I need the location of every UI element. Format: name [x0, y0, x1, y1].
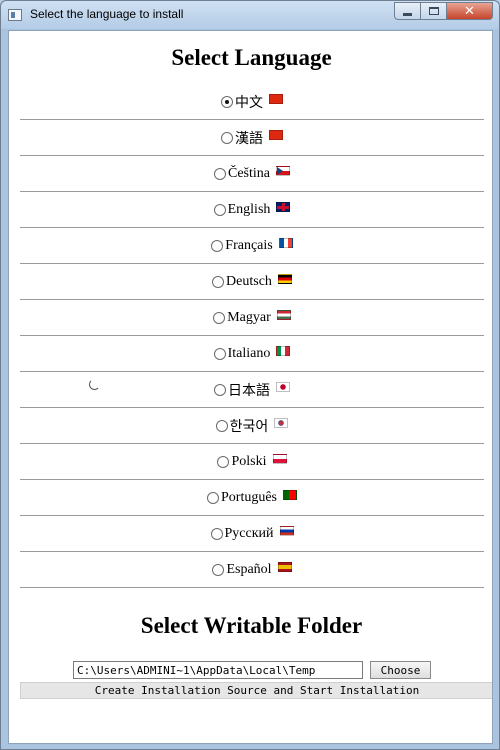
language-option[interactable]: Français — [20, 228, 484, 264]
language-option[interactable]: Español — [20, 552, 484, 588]
flag-icon — [279, 525, 294, 536]
radio-button-icon[interactable] — [211, 239, 224, 252]
language-label: Français — [225, 237, 273, 253]
language-label: Italiano — [227, 345, 271, 361]
start-installation-button[interactable]: Create Installation Source and Start Ins… — [20, 682, 492, 699]
title-bar[interactable]: Select the language to install ✕ — [1, 1, 499, 29]
app-window-icon — [8, 9, 22, 21]
flag-icon — [274, 417, 289, 428]
installer-window: Select the language to install ✕ Select … — [0, 0, 500, 750]
radio-button-icon[interactable] — [214, 383, 226, 396]
language-option[interactable]: Deutsch — [20, 264, 484, 300]
folder-path-input[interactable] — [73, 661, 363, 679]
flag-icon — [272, 453, 287, 464]
choose-folder-button[interactable]: Choose — [370, 661, 431, 679]
flag-icon — [277, 273, 292, 284]
flag-icon — [278, 237, 293, 248]
maximize-button[interactable] — [421, 2, 447, 20]
radio-button-icon[interactable] — [217, 455, 230, 468]
minimize-icon — [403, 12, 412, 16]
dialog-content: Select Language 中文漢語 Čeština English França… — [8, 30, 493, 744]
flag-icon — [269, 129, 283, 140]
language-option[interactable]: English — [20, 192, 484, 228]
flag-icon — [283, 489, 297, 500]
flag-icon — [276, 201, 291, 212]
language-label: 漢語 — [235, 131, 263, 147]
language-label: Português — [221, 489, 277, 505]
language-label: 한국어 — [229, 419, 269, 435]
flag-icon — [277, 561, 292, 572]
radio-button-icon[interactable] — [213, 347, 226, 360]
loading-spinner-icon — [89, 379, 100, 390]
language-option[interactable]: 日本語 — [20, 372, 484, 408]
radio-button-icon[interactable] — [213, 203, 226, 216]
flag-icon — [276, 381, 290, 392]
close-button[interactable]: ✕ — [447, 2, 493, 20]
flag-icon — [276, 165, 290, 176]
language-label: Čeština — [228, 165, 270, 181]
language-heading: Select Language — [171, 45, 332, 70]
window-title: Select the language to install — [30, 7, 184, 21]
language-option[interactable]: Polski — [20, 444, 484, 480]
language-label: Magyar — [227, 309, 271, 325]
flag-icon — [276, 309, 291, 320]
radio-button-icon[interactable] — [207, 491, 219, 504]
language-label: Español — [226, 561, 272, 577]
language-option[interactable]: Русский — [20, 516, 484, 552]
language-label: 日本語 — [228, 383, 270, 399]
maximize-icon — [428, 7, 439, 15]
language-label: Polski — [231, 453, 267, 469]
radio-button-icon[interactable] — [213, 311, 226, 324]
radio-button-icon[interactable] — [212, 563, 225, 576]
window-controls: ✕ — [394, 2, 493, 20]
language-option[interactable]: 漢語 — [20, 120, 484, 156]
close-icon: ✕ — [464, 3, 475, 19]
radio-button-icon[interactable] — [212, 275, 225, 288]
radio-button-icon[interactable] — [215, 419, 228, 432]
flag-icon — [269, 93, 283, 104]
language-option[interactable]: Português — [20, 480, 484, 516]
language-option[interactable]: 中文 — [20, 84, 484, 120]
language-label: Deutsch — [226, 273, 272, 289]
flag-icon — [276, 345, 291, 356]
language-label: Русский — [224, 525, 274, 541]
folder-heading: Select Writable Folder — [140, 613, 363, 638]
language-option[interactable]: 한국어 — [20, 408, 484, 444]
minimize-button[interactable] — [394, 2, 421, 20]
language-option[interactable]: Italiano — [20, 336, 484, 372]
language-label: 中文 — [235, 95, 263, 111]
language-label: English — [227, 201, 271, 217]
language-option[interactable]: Čeština — [20, 156, 484, 192]
language-option[interactable]: Magyar — [20, 300, 484, 336]
radio-button-icon[interactable] — [221, 131, 233, 144]
radio-button-icon[interactable] — [214, 167, 226, 180]
radio-button-icon[interactable] — [221, 95, 233, 108]
radio-button-icon[interactable] — [210, 527, 223, 540]
